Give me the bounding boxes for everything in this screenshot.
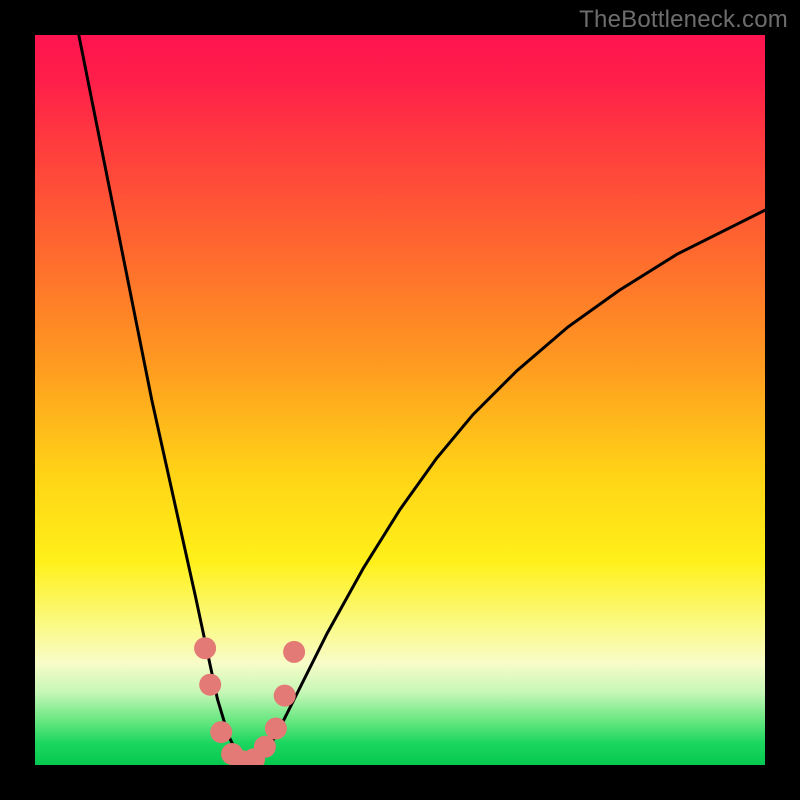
highlight-dot — [254, 736, 276, 758]
bottleneck-curve — [79, 35, 765, 765]
plot-area — [35, 35, 765, 765]
highlight-dot — [265, 718, 287, 740]
curve-svg — [35, 35, 765, 765]
watermark-text: TheBottleneck.com — [579, 6, 788, 34]
highlight-dots — [194, 637, 305, 765]
highlight-dot — [194, 637, 216, 659]
highlight-dot — [199, 674, 221, 696]
highlight-dot — [283, 641, 305, 663]
highlight-dot — [274, 685, 296, 707]
highlight-dot — [210, 721, 232, 743]
chart-frame: TheBottleneck.com — [0, 0, 800, 800]
